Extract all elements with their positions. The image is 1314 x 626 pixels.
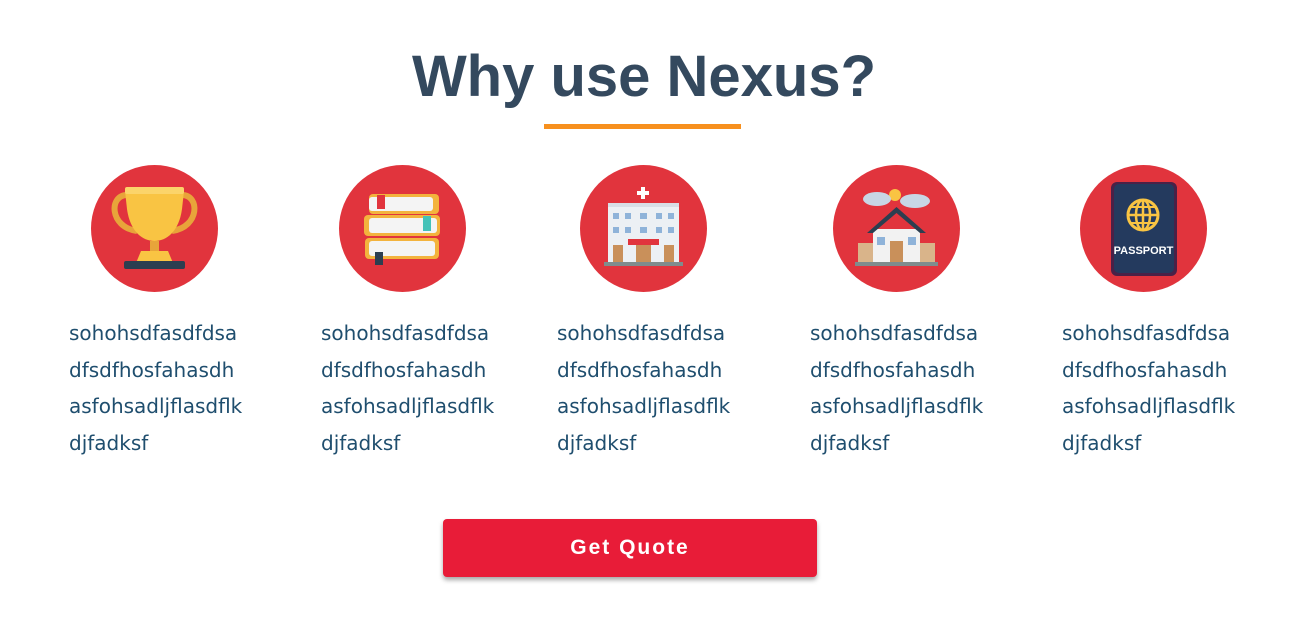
feature-description: sohohsdfasdfdsa dfsdfhosfahasdh asfohsad… [1062, 321, 1236, 455]
title-underline [544, 124, 741, 129]
house-icon [833, 165, 960, 292]
books-icon [339, 165, 466, 292]
hospital-icon [580, 165, 707, 292]
feature-description: sohohsdfasdfdsa dfsdfhosfahasdh asfohsad… [557, 321, 731, 455]
get-quote-button[interactable]: Get Quote [443, 519, 817, 577]
trophy-icon [91, 165, 218, 292]
passport-label: PASSPORT [1114, 245, 1174, 257]
feature-description: sohohsdfasdfdsa dfsdfhosfahasdh asfohsad… [810, 321, 984, 455]
feature-description: sohohsdfasdfdsa dfsdfhosfahasdh asfohsad… [69, 321, 243, 455]
page-title: Why use Nexus? [411, 44, 877, 109]
feature-description: sohohsdfasdfdsa dfsdfhosfahasdh asfohsad… [321, 321, 495, 455]
passport-icon: PASSPORT [1080, 165, 1207, 292]
